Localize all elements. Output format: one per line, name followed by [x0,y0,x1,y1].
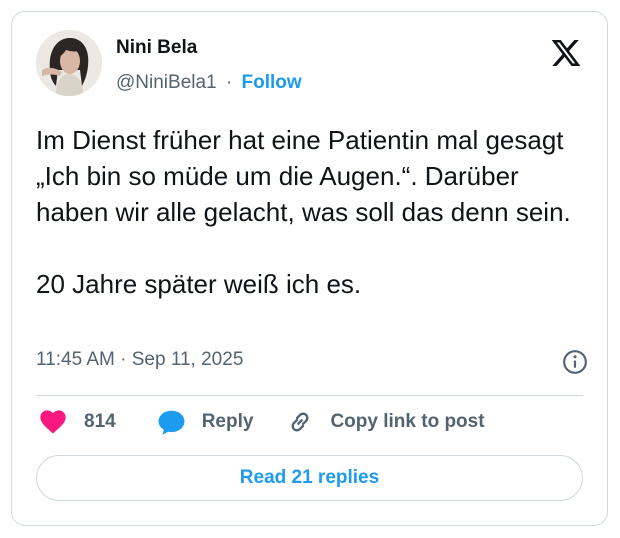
post-timestamp[interactable]: 11:45 AM · Sep 11, 2025 [36,349,243,371]
read-replies-label: Read 21 replies [239,467,380,488]
post-paragraph: Im Dienst früher hat eine Patientin mal … [36,125,571,227]
reply-label: Reply [201,411,254,432]
read-replies-button[interactable]: Read 21 replies [36,455,583,501]
copy-link-button[interactable]: Copy link to post [287,409,485,435]
post-paragraph: 20 Jahre später weiß ich es. [36,269,362,299]
link-icon [291,412,309,432]
author-handle[interactable]: @NiniBela1 [116,72,217,93]
follow-button[interactable]: Follow [242,72,302,93]
copy-link-label: Copy link to post [330,411,485,432]
profile-photo-icon [36,30,102,96]
heart-icon [40,410,66,434]
info-icon[interactable] [562,349,588,375]
avatar[interactable] [36,30,102,96]
likes-count: 814 [84,411,116,432]
action-bar: 814 Reply Copy link to post [40,407,485,437]
separator-dot: · [225,72,233,93]
like-button[interactable]: 814 [40,410,116,434]
divider [36,395,583,396]
post-text: Im Dienst früher hat eine Patientin mal … [36,122,596,302]
post-card: Nini Bela @NiniBela1 · Follow Im Dienst … [11,11,608,526]
author-name[interactable]: Nini Bela [116,37,197,59]
author-handle-row: @NiniBela1 · Follow [116,72,302,94]
reply-button[interactable]: Reply [158,410,254,435]
x-logo-icon[interactable] [550,37,582,69]
speech-bubble-icon [158,410,185,435]
